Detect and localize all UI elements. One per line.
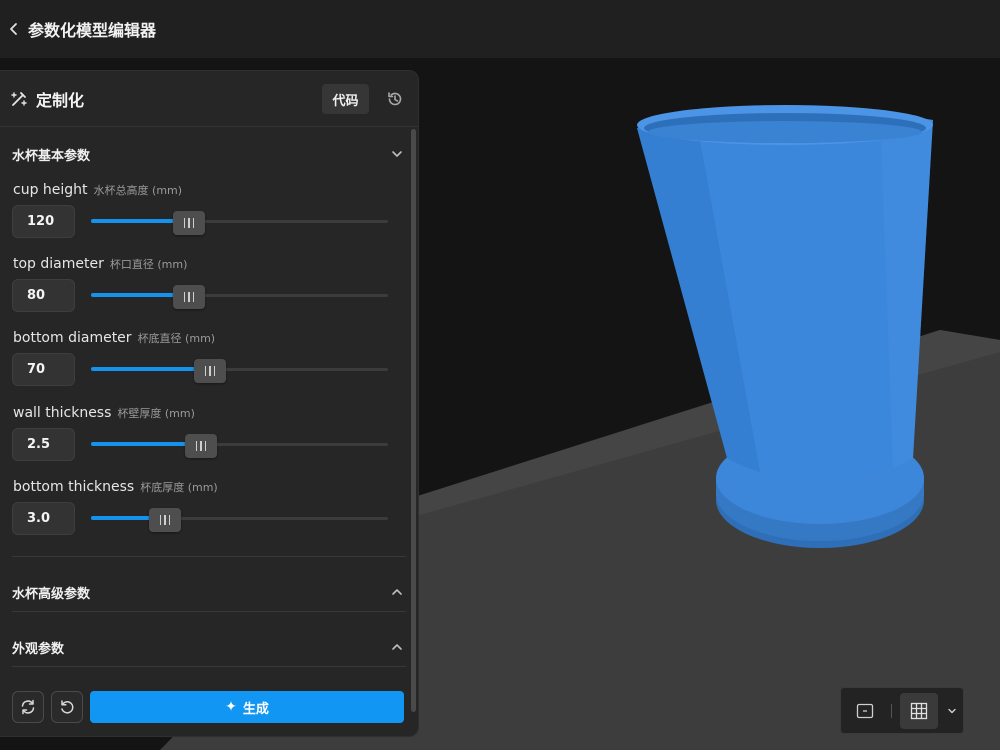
section-basic-title: 水杯基本参数 [12,148,91,164]
param-description: 杯底直径 (mm) [137,332,216,345]
undo-icon [61,700,74,714]
app-title: 参数化模型编辑器 [28,21,157,40]
generate-label: 生成 [242,701,269,717]
param-name: bottom thickness [13,479,135,495]
param-description: 水杯总高度 (mm) [93,184,183,197]
slider-fill [91,367,210,371]
chevron-up-icon [392,644,402,650]
bottom-thickness-slider[interactable] [91,508,388,532]
top-diameter-input[interactable]: 80 [12,279,75,312]
view-options-dropdown[interactable] [942,693,962,729]
chevron-up-icon [392,589,402,595]
chevron-down-icon [392,151,402,157]
param-description: 杯口直径 (mm) [109,258,188,271]
wall-thickness-slider[interactable] [91,434,388,458]
history-icon [388,92,402,106]
slider-thumb[interactable] [194,359,226,383]
top-diameter-slider[interactable] [91,285,388,309]
section-appearance-header[interactable]: 外观参数 [12,632,406,662]
cup-height-slider[interactable] [91,211,388,235]
top-bar: 参数化模型编辑器 [0,0,1000,58]
reset-button[interactable] [51,691,83,723]
wall-thickness-input[interactable]: 2.5 [12,428,75,461]
param-description: 杯壁厚度 (mm) [117,407,195,420]
slider-thumb[interactable] [149,508,181,532]
panel-scrollbar[interactable] [411,129,416,712]
frame-icon [856,703,874,719]
chevron-left-icon [10,23,17,35]
section-appearance-title: 外观参数 [12,641,65,657]
chevron-down-icon [948,708,956,714]
param-cup-height: cup height 水杯总高度 (mm) 120 [12,179,406,249]
view-toolbar [840,687,964,734]
single-view-button[interactable] [846,693,884,729]
param-name: wall thickness [13,405,112,421]
divider [12,611,406,612]
divider [12,556,406,557]
section-advanced-header[interactable]: 水杯高级参数 [12,577,406,607]
refresh-icon [21,699,35,715]
divider [12,666,406,667]
refresh-button[interactable] [12,691,44,723]
cup-height-input[interactable]: 120 [12,205,75,238]
code-button[interactable]: 代码 [322,84,369,114]
bottom-diameter-slider[interactable] [91,359,388,383]
param-name: top diameter [13,256,104,272]
param-wall-thickness: wall thickness 杯壁厚度 (mm) 2.5 [12,402,406,472]
param-name: bottom diameter [13,330,132,346]
history-button[interactable] [380,84,410,114]
slider-thumb[interactable] [173,285,205,309]
section-advanced-title: 水杯高级参数 [12,586,91,602]
grid-view-button[interactable] [900,693,938,729]
slider-thumb[interactable] [185,434,217,458]
bottom-thickness-input[interactable]: 3.0 [12,502,75,535]
back-button[interactable] [2,17,26,41]
customize-panel: 定制化 代码 水杯基本参数 cup height 水杯总高度 (mm) 120 [0,70,419,737]
sparkle-icon: ✦ [225,699,237,715]
param-bottom-diameter: bottom diameter 杯底直径 (mm) 70 [12,327,406,397]
param-name: cup height [13,182,88,198]
slider-thumb[interactable] [173,211,205,235]
param-description: 杯底厚度 (mm) [140,481,218,494]
param-bottom-thickness: bottom thickness 杯底厚度 (mm) 3.0 [12,476,406,546]
panel-title: 定制化 [36,90,85,110]
bottom-diameter-input[interactable]: 70 [12,353,75,386]
grid-icon [910,702,928,720]
magic-wand-icon [11,91,27,106]
generate-button[interactable]: ✦ 生成 [90,691,404,723]
param-top-diameter: top diameter 杯口直径 (mm) 80 [12,253,406,323]
section-basic-header[interactable]: 水杯基本参数 [12,139,406,169]
panel-header: 定制化 代码 [0,71,418,127]
toolbar-separator [891,704,892,718]
